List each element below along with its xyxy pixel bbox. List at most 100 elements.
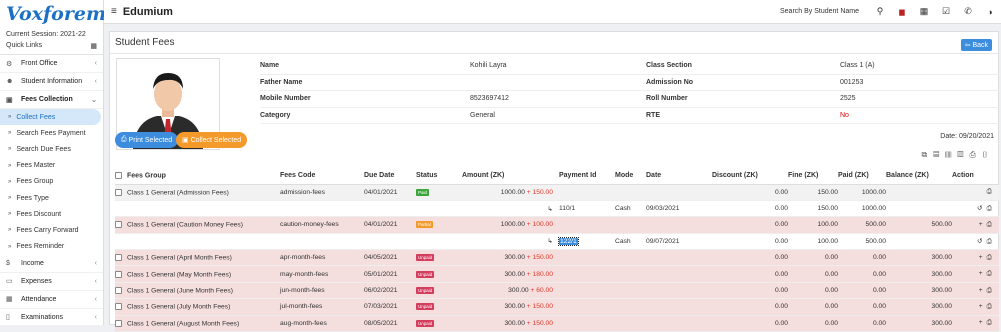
payment-id[interactable]: 110/1 xyxy=(559,205,575,212)
submenu-item-collect-fees[interactable]: » Collect Fees xyxy=(0,109,101,126)
excel-icon[interactable]: ▤ xyxy=(933,150,945,159)
print-table-icon[interactable]: ⎙ xyxy=(970,150,982,159)
action-cell: ↺⎙ xyxy=(952,200,999,218)
column-header: Action xyxy=(952,168,999,185)
student-search-input[interactable]: Search By Student Name xyxy=(780,8,859,15)
status-badge: Unpaid xyxy=(416,270,435,278)
row-checkbox[interactable] xyxy=(115,319,122,327)
row-checkbox[interactable] xyxy=(115,270,122,278)
fine-cell: 0.00 xyxy=(788,282,838,300)
fees-group: Class 1 General (August Month Fees) xyxy=(127,319,240,327)
fine-cell: 0.00 xyxy=(788,298,838,316)
row-checkbox[interactable] xyxy=(115,221,122,229)
csv-icon[interactable]: ▥ xyxy=(945,150,957,159)
print-icon[interactable]: ⎙ xyxy=(987,205,996,212)
sidebar-item-attendance[interactable]: ▦ Attendance ‹ xyxy=(0,291,103,309)
sidebar-item-label: Income xyxy=(21,259,44,267)
print-icon: ⎙ xyxy=(121,136,129,143)
status-cell: Paid xyxy=(416,184,462,201)
amount: 1000.00 xyxy=(500,221,525,229)
amount: 300.00 xyxy=(504,270,525,278)
user-menu-icon[interactable]: ◑ xyxy=(979,7,1001,17)
print-selected-button[interactable]: ⎙ Print Selected xyxy=(115,132,179,148)
sidebar-item-examinations[interactable]: ▯ Examinations ‹ xyxy=(0,309,103,327)
payment-mode xyxy=(609,265,640,283)
submenu-item-fees-discount[interactable]: » Fees Discount xyxy=(0,206,103,222)
sidebar-item-label: Student Information xyxy=(21,78,83,85)
print-icon[interactable]: ⎙ xyxy=(987,287,996,294)
print-icon[interactable]: ⎙ xyxy=(987,238,996,245)
flag-icon[interactable]: ▆ xyxy=(891,8,913,16)
payment-mode xyxy=(609,249,640,267)
print-icon[interactable]: ⎙ xyxy=(987,221,996,228)
fees-code: admission-fees xyxy=(280,184,364,201)
row-checkbox[interactable] xyxy=(115,286,122,294)
sidebar-item-income[interactable]: $ Income ‹ xyxy=(0,255,103,273)
due-date: 08/05/2021 xyxy=(364,315,416,332)
status-cell: Unpaid xyxy=(416,282,462,300)
brand-logo[interactable]: Voxforem xyxy=(0,0,106,28)
submenu-item-search-due-fees[interactable]: » Search Due Fees xyxy=(0,141,103,157)
tasks-icon[interactable]: ☑ xyxy=(935,6,957,17)
amount: 1000.00 xyxy=(500,188,525,196)
row-checkbox[interactable] xyxy=(115,188,122,196)
add-icon[interactable]: + xyxy=(979,303,987,310)
paid-cell: 500.00 xyxy=(838,233,886,251)
columns-icon[interactable]: ▯ xyxy=(982,150,994,159)
angle-right-icon: » xyxy=(8,162,12,169)
briefcase-icon: ⚙ xyxy=(6,60,13,68)
copy-icon[interactable]: ⧉ xyxy=(922,150,934,159)
amount: 300.00 xyxy=(504,319,525,327)
payment-date xyxy=(640,249,712,267)
print-icon[interactable]: ⎙ xyxy=(987,303,996,310)
revert-icon[interactable]: ↺ xyxy=(977,238,987,245)
row-checkbox[interactable] xyxy=(115,254,122,262)
submenu-item-fees-reminder[interactable]: » Fees Reminder xyxy=(0,239,103,255)
sidebar-item-expenses[interactable]: ▭ Expenses ‹ xyxy=(0,273,103,291)
add-icon[interactable]: + xyxy=(979,319,987,326)
row-checkbox[interactable] xyxy=(115,303,122,311)
sidebar-menu: ⚙ Front Office ‹ ☻ Student Information ‹ ▣ Fees… xyxy=(0,55,103,327)
submenu-item-search-fees-payment[interactable]: » Search Fees Payment xyxy=(0,125,103,141)
hamburger-icon[interactable]: ≡ xyxy=(111,6,117,17)
sidebar-item-fees-collection[interactable]: ▣ Fees Collection ⌄ xyxy=(0,91,103,109)
revert-icon[interactable]: ↺ xyxy=(977,205,987,212)
search-icon[interactable]: ⚲ xyxy=(869,6,891,17)
submenu-item-fees-type[interactable]: » Fees Type xyxy=(0,190,103,206)
print-icon[interactable]: ⎙ xyxy=(987,319,996,326)
submenu-item-fees-carry-forward[interactable]: » Fees Carry Forward xyxy=(0,222,103,238)
due-date: 06/02/2021 xyxy=(364,282,416,300)
return-arrow-icon: ↳ xyxy=(547,238,553,246)
print-icon[interactable]: ⎙ xyxy=(987,254,996,261)
add-icon[interactable]: + xyxy=(979,254,987,261)
add-icon[interactable]: + xyxy=(979,287,987,294)
payment-mode xyxy=(609,282,640,300)
submenu-item-fees-master[interactable]: » Fees Master xyxy=(0,158,103,174)
payment-id[interactable]: 122/1 xyxy=(558,236,579,246)
calendar-icon[interactable]: ▦ xyxy=(913,6,935,17)
quick-links[interactable]: Quick Links ▦ xyxy=(0,38,103,55)
submenu-label: Collect Fees xyxy=(16,113,56,121)
amount-cell: 300.00 + 60.00 xyxy=(462,282,553,300)
bal-cell xyxy=(886,184,952,201)
back-button[interactable]: ⇦ Back xyxy=(960,39,992,51)
submenu-item-fees-group[interactable]: » Fees Group xyxy=(0,174,103,190)
whatsapp-icon[interactable]: ✆ xyxy=(957,6,979,17)
collect-selected-button[interactable]: ▣ Collect Selected xyxy=(176,132,248,148)
sidebar-item-student-information[interactable]: ☻ Student Information ‹ xyxy=(0,73,103,91)
select-all-checkbox[interactable] xyxy=(115,172,122,180)
add-icon[interactable]: + xyxy=(979,221,987,228)
print-icon[interactable]: ⎙ xyxy=(987,270,996,277)
fine-cell: 0.00 xyxy=(788,249,838,267)
credit-card-icon: ▭ xyxy=(6,278,13,286)
disc-cell: 0.00 xyxy=(712,298,788,316)
sidebar-item-front-office[interactable]: ⚙ Front Office ‹ xyxy=(0,55,103,73)
add-icon[interactable]: + xyxy=(979,270,987,277)
pdf-icon[interactable]: ▧ xyxy=(957,150,969,159)
print-icon[interactable]: ⎙ xyxy=(987,188,996,195)
info-value: Class 1 (A) xyxy=(840,62,875,70)
fees-code: jun-month-fees xyxy=(280,282,364,300)
status-cell: Unpaid xyxy=(416,298,462,316)
chevron-down-icon: ⌄ xyxy=(91,96,97,104)
status-badge: Unpaid xyxy=(416,303,435,311)
